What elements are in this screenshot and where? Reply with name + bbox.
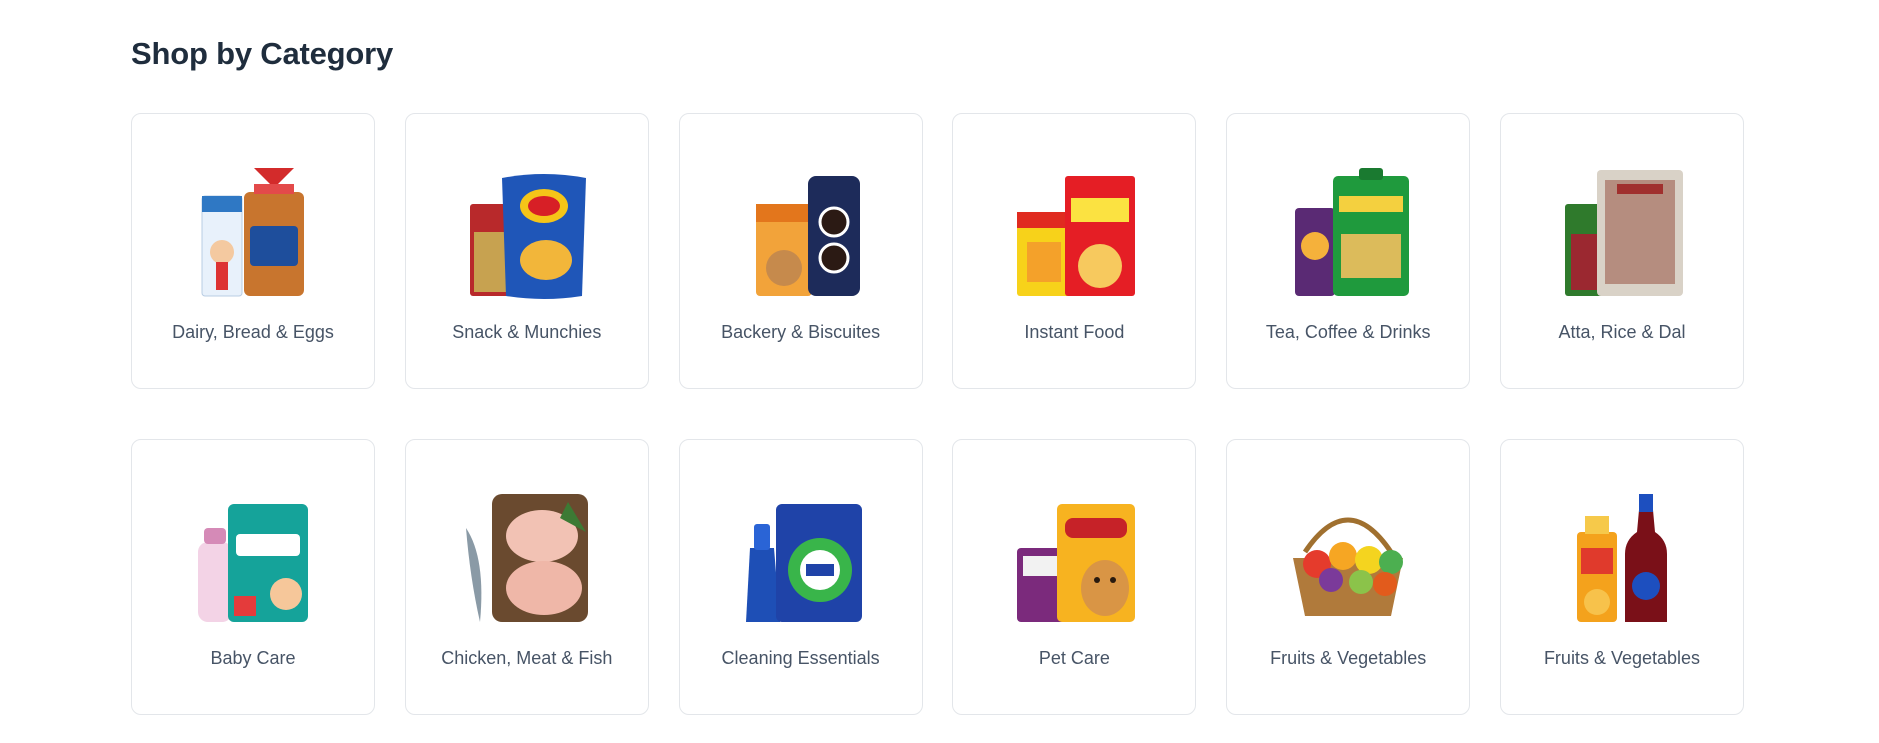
category-label: Chicken, Meat & Fish: [441, 648, 613, 668]
tea-coffee-drinks-icon: [1283, 162, 1413, 302]
pet-care-icon: [1009, 488, 1139, 628]
category-label: Instant Food: [1024, 322, 1125, 342]
chicken-meat-fish-icon: [462, 488, 592, 628]
section-title: Shop by Category: [131, 36, 394, 71]
category-label: Fruits & Vegetables: [1543, 648, 1701, 668]
category-card-dairy-bread-eggs[interactable]: Dairy, Bread & Eggs: [131, 113, 375, 389]
category-label: Atta, Rice & Dal: [1558, 322, 1686, 342]
fruits-vegetables-icon: [1283, 488, 1413, 628]
category-label: Pet Care: [1038, 648, 1110, 668]
category-label: Dairy, Bread & Eggs: [172, 322, 334, 342]
dairy-bread-eggs-icon: [188, 162, 318, 302]
category-card-baby-care[interactable]: Baby Care: [131, 439, 375, 715]
drinks-bottles-icon: [1557, 488, 1687, 628]
category-card-pet-care[interactable]: Pet Care: [952, 439, 1197, 715]
category-card-snack-munchies[interactable]: Snack & Munchies: [404, 113, 649, 389]
category-card-tea-coffee-drinks[interactable]: Tea, Coffee & Drinks: [1226, 113, 1471, 389]
snack-munchies-icon: [462, 162, 592, 302]
category-label: Backery & Biscuites: [721, 322, 881, 342]
baby-care-icon: [188, 488, 318, 628]
category-label: Baby Care: [210, 648, 296, 668]
bakery-biscuits-icon: [736, 162, 866, 302]
category-card-fruits-vegetables-2[interactable]: Fruits & Vegetables: [1499, 439, 1744, 715]
category-card-bakery-biscuits[interactable]: Backery & Biscuites: [678, 113, 923, 389]
category-card-chicken-meat-fish[interactable]: Chicken, Meat & Fish: [404, 439, 649, 715]
category-label: Cleaning Essentials: [721, 648, 880, 668]
cleaning-essentials-icon: [736, 488, 866, 628]
category-grid: Dairy, Bread & Eggs Snack & Munchies Bac…: [131, 113, 1744, 715]
category-card-fruits-vegetables[interactable]: Fruits & Vegetables: [1226, 439, 1471, 715]
category-card-cleaning-essentials[interactable]: Cleaning Essentials: [678, 439, 923, 715]
category-label: Fruits & Vegetables: [1270, 648, 1427, 668]
category-card-atta-rice-dal[interactable]: Atta, Rice & Dal: [1499, 113, 1744, 389]
instant-food-icon: [1009, 162, 1139, 302]
atta-rice-dal-icon: [1557, 162, 1687, 302]
shop-by-category-section: Shop by Category Dairy, Bread & Eggs Sna…: [0, 0, 1879, 743]
category-label: Snack & Munchies: [452, 322, 602, 342]
category-card-instant-food[interactable]: Instant Food: [952, 113, 1197, 389]
category-label: Tea, Coffee & Drinks: [1265, 322, 1431, 342]
